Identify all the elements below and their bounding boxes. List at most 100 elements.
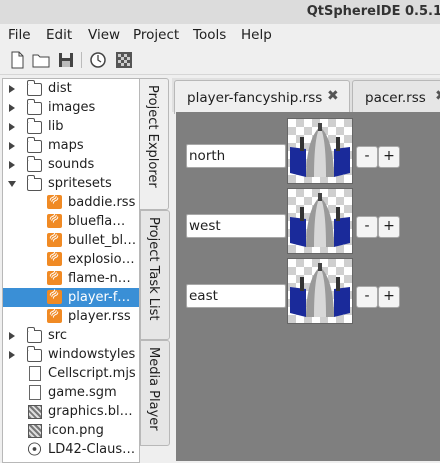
- save-icon[interactable]: [57, 51, 75, 69]
- close-icon[interactable]: ✖: [435, 88, 440, 104]
- folder-icon: [27, 118, 42, 134]
- refresh-icon[interactable]: [89, 51, 107, 69]
- open-folder-icon[interactable]: [32, 51, 50, 69]
- tab-media-player[interactable]: Media Player: [140, 340, 170, 446]
- add-frame-button[interactable]: +: [378, 146, 400, 168]
- tree-item-file[interactable]: graphics.bl…: [3, 402, 139, 421]
- ship-sprite-icon: [290, 123, 350, 177]
- direction-name-value: west: [189, 218, 221, 234]
- ship-sprite-icon: [290, 193, 350, 247]
- rss-icon: [47, 290, 62, 304]
- direction-name-field[interactable]: north: [186, 144, 286, 168]
- direction-row: west - +: [186, 188, 440, 254]
- expand-arrow-icon[interactable]: [9, 332, 15, 340]
- tab-project-task-list[interactable]: Project Task List: [140, 210, 170, 340]
- sprite-frame[interactable]: [287, 118, 353, 184]
- tree-item-file[interactable]: explosio…: [3, 250, 139, 269]
- settings-icon[interactable]: [115, 51, 133, 69]
- menu-bar: File Edit View Project Tools Help: [0, 24, 440, 46]
- tree-item-label: player-f…: [68, 290, 131, 305]
- direction-name-field[interactable]: east: [186, 284, 286, 308]
- tree-item-label: baddie.rss: [68, 195, 136, 210]
- add-frame-button[interactable]: +: [378, 286, 400, 308]
- rss-icon: [47, 309, 62, 323]
- direction-name-value: east: [189, 288, 218, 304]
- expand-arrow-icon[interactable]: [9, 85, 15, 93]
- folder-icon: [27, 137, 42, 153]
- menu-file[interactable]: File: [8, 27, 31, 43]
- remove-frame-button[interactable]: -: [356, 146, 378, 168]
- script-file-icon: [29, 366, 41, 381]
- tree-item-file[interactable]: bullet_bl…: [3, 231, 139, 250]
- tree-item-spritesets[interactable]: spritesets: [3, 174, 139, 193]
- tab-project-explorer[interactable]: Project Explorer: [140, 78, 169, 210]
- folder-icon: [27, 80, 42, 96]
- tree-item-label: bullet_bl…: [68, 233, 137, 248]
- tree-item-label: windowstyles: [48, 347, 136, 362]
- sprite-frame[interactable]: [287, 188, 353, 254]
- tab-player-fancyship[interactable]: player-fancyship.rss ✖: [174, 80, 350, 114]
- tree-item-label: flame-n…: [68, 271, 131, 286]
- expand-arrow-icon[interactable]: [9, 104, 15, 112]
- tree-item-sounds[interactable]: sounds: [3, 155, 139, 174]
- tree-item-file[interactable]: game.sgm: [3, 383, 139, 402]
- tree-item-selected[interactable]: player-f…: [3, 288, 139, 307]
- rss-icon: [47, 195, 62, 209]
- tree-item-maps[interactable]: maps: [3, 136, 139, 155]
- tree-item-images[interactable]: images: [3, 98, 139, 117]
- tree-item-label: graphics.bl…: [48, 404, 133, 419]
- expand-arrow-icon[interactable]: [9, 123, 15, 131]
- toolbar-separator: [81, 52, 82, 68]
- project-tree[interactable]: dist images lib maps sounds spritesets b…: [2, 78, 140, 463]
- document-tab-bar: player-fancyship.rss ✖ pacer.rss ✖: [172, 78, 440, 114]
- tree-item-src[interactable]: src: [3, 326, 139, 345]
- menu-project[interactable]: Project: [133, 27, 179, 43]
- close-icon[interactable]: ✖: [327, 88, 339, 104]
- menu-view[interactable]: View: [88, 27, 120, 43]
- title-bar: QtSphereIDE 0.5.1: [0, 0, 440, 25]
- tree-item-label: maps: [48, 138, 84, 153]
- tab-label: Project Explorer: [145, 85, 160, 188]
- tree-item-dist[interactable]: dist: [3, 79, 139, 98]
- expand-arrow-icon[interactable]: [9, 161, 15, 169]
- tree-item-file[interactable]: flame-n…: [3, 269, 139, 288]
- rss-icon: [47, 214, 62, 228]
- tab-pacer[interactable]: pacer.rss ✖: [352, 80, 440, 113]
- tree-item-label: icon.png: [48, 423, 104, 438]
- tree-item-file[interactable]: icon.png: [3, 421, 139, 440]
- side-tabs: Project Explorer Project Task List Media…: [140, 78, 170, 461]
- tab-label: Media Player: [146, 347, 161, 431]
- rss-icon: [47, 252, 62, 266]
- tree-item-file[interactable]: bluefla…: [3, 212, 139, 231]
- tab-label: player-fancyship.rss: [187, 90, 323, 106]
- tree-item-windowstyles[interactable]: windowstyles: [3, 345, 139, 364]
- document-file-icon: [29, 385, 41, 400]
- add-frame-button[interactable]: +: [378, 216, 400, 238]
- direction-row: north - +: [186, 118, 440, 184]
- tree-item-label: lib: [48, 119, 64, 134]
- tree-item-label: player.rss: [68, 309, 131, 324]
- tree-item-label: spritesets: [48, 176, 112, 191]
- remove-frame-button[interactable]: -: [356, 286, 378, 308]
- expand-arrow-icon[interactable]: [9, 351, 15, 359]
- tree-item-lib[interactable]: lib: [3, 117, 139, 136]
- new-file-icon[interactable]: [8, 51, 26, 69]
- tab-label: Project Task List: [146, 217, 161, 321]
- remove-frame-button[interactable]: -: [356, 216, 378, 238]
- expand-arrow-icon[interactable]: [9, 142, 15, 150]
- menu-tools[interactable]: Tools: [193, 27, 226, 43]
- direction-name-field[interactable]: west: [186, 214, 286, 238]
- tree-item-file[interactable]: Cellscript.mjs: [3, 364, 139, 383]
- tree-item-file[interactable]: player.rss: [3, 307, 139, 326]
- tree-item-label: Cellscript.mjs: [48, 366, 136, 381]
- tree-item-label: images: [48, 100, 96, 115]
- menu-edit[interactable]: Edit: [46, 27, 72, 43]
- tree-item-file[interactable]: LD42-Claus…: [3, 440, 139, 459]
- tree-item-file[interactable]: baddie.rss: [3, 193, 139, 212]
- ship-sprite-icon: [290, 263, 350, 317]
- collapse-arrow-icon[interactable]: [8, 181, 16, 187]
- menu-help[interactable]: Help: [241, 27, 272, 43]
- rss-icon: [47, 233, 62, 247]
- toolbar: [0, 46, 440, 75]
- sprite-frame[interactable]: [287, 258, 353, 324]
